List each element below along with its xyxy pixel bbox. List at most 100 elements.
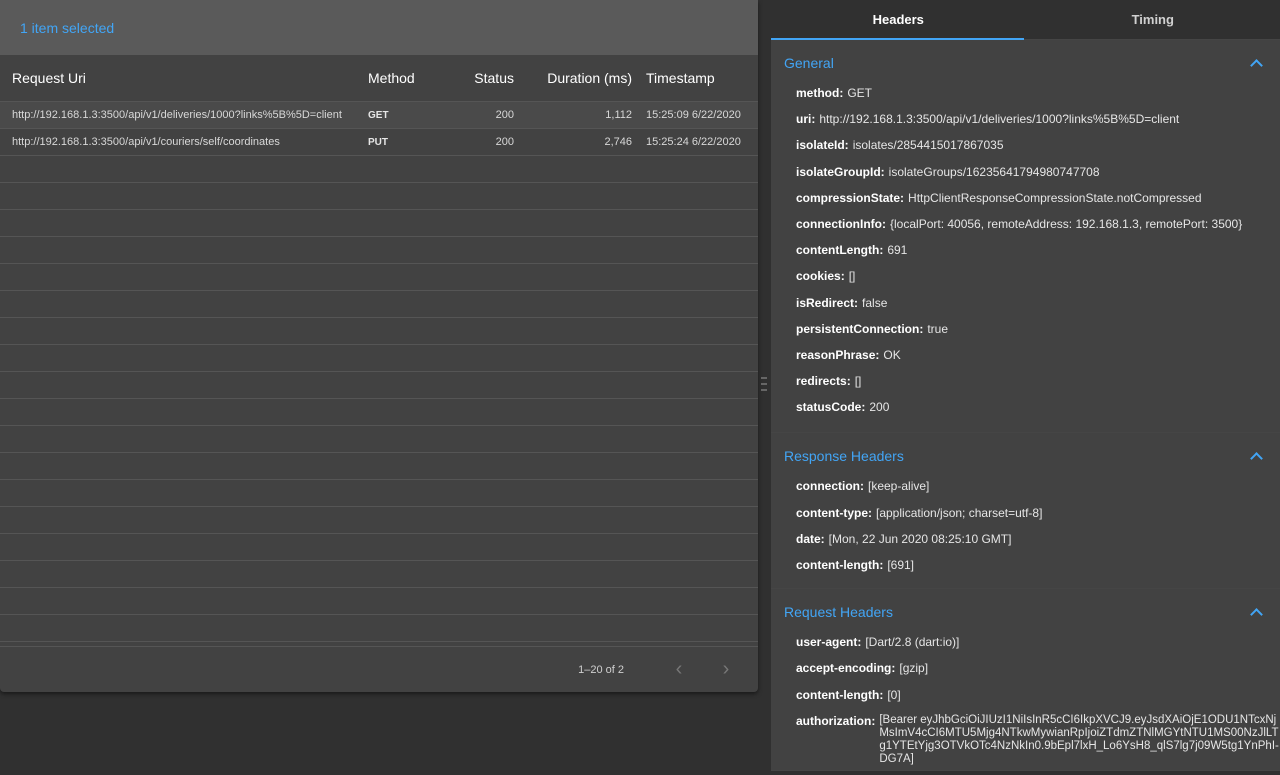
cell-timestamp: 15:25:24 6/22/2020 [646,136,741,148]
field-row: compressionState: HttpClientResponseCompr… [796,191,1280,217]
table-header-row: Request Uri Method Status Duration (ms) … [0,55,758,102]
field-key: reasonPhrase: [796,347,880,362]
field-row: isolateId: isolates/2854415017867035 [796,138,1280,164]
table-row[interactable]: http://192.168.1.3:3500/api/v1/couriers/… [0,129,758,156]
chevron-up-icon[interactable] [1250,606,1262,618]
field-row: isolateGroupId: isolateGroups/16235641794… [796,165,1280,191]
response-headers-section-header[interactable]: Response Headers [771,433,1280,479]
field-value: isolateGroups/16235641794980747708 [888,164,1100,179]
empty-row [0,615,758,642]
field-key: content-length: [796,687,884,702]
field-value: [keep-alive] [868,479,930,494]
empty-row [0,372,758,399]
field-value: {localPort: 40056, remoteAddress: 192.16… [890,216,1243,231]
field-value: OK [883,347,901,362]
next-page-button[interactable]: › [711,655,741,685]
field-row: connection: [keep-alive] [796,479,1280,505]
general-section-header[interactable]: General [771,40,1280,86]
field-row: statusCode: 200 [796,400,1280,426]
cell-method: GET [368,109,389,121]
field-row: date: [Mon, 22 Jun 2020 08:25:10 GMT] [796,532,1280,558]
previous-page-button[interactable]: ‹ [664,655,694,685]
field-value: false [862,295,888,310]
field-key: contentLength: [796,243,884,258]
empty-row [0,183,758,210]
field-key: accept-encoding: [796,661,896,676]
request-headers-section-header[interactable]: Request Headers [771,589,1280,635]
field-key: content-length: [796,558,884,572]
column-header-method[interactable]: Method [356,70,444,86]
field-row: persistentConnection: true [796,322,1280,348]
field-key: isolateId: [796,138,849,153]
field-key: method: [796,86,844,100]
request-headers-section: Request Headers user-agent: [Dart/2.8 (da… [771,589,1280,771]
field-row: authorization: [Bearer eyJhbGciOiJIUzI1Ni… [796,714,1280,766]
column-header-duration[interactable]: Duration (ms) [514,70,632,86]
tab-timing[interactable]: Timing [1026,0,1280,39]
field-row: cookies:[] [796,269,1280,295]
response-header-fields: connection: [keep-alive] content-type: [ap… [771,479,1280,588]
section-title: Response Headers [784,448,904,465]
field-row: content-length: [691] [796,558,1280,584]
field-value: GET [847,86,872,100]
request-header-fields: user-agent: [Dart/2.8 (dart:io)] accept-e… [771,635,1280,770]
chevron-left-icon: ‹ [675,658,683,680]
column-header-timestamp[interactable]: Timestamp [632,70,758,86]
empty-row [0,453,758,480]
empty-row [0,507,758,534]
field-value: [Dart/2.8 (dart:io)] [865,635,960,650]
field-row: contentLength: 691 [796,243,1280,269]
field-value: [] [854,374,862,389]
table-row[interactable]: http://192.168.1.3:3500/api/v1/deliverie… [0,102,758,129]
field-row: redirects:[] [796,374,1280,400]
field-row: method: GET [796,86,1280,112]
field-row: accept-encoding: [gzip] [796,661,1280,687]
field-value: [application/json; charset=utf-8] [876,505,1043,520]
field-key: statusCode: [796,400,866,415]
section-title: General [784,55,834,71]
empty-row [0,534,758,561]
empty-row [0,588,758,615]
field-key: cookies: [796,269,845,284]
field-value: HttpClientResponseCompressionState.notCo… [908,190,1202,205]
empty-row [0,237,758,264]
field-key: connection: [796,479,864,494]
section-title: Request Headers [784,604,893,621]
field-value: [0] [887,687,901,702]
general-fields: method: GET uri: http://192.168.1.3:3500/a… [771,86,1280,432]
tab-headers[interactable]: Headers [771,0,1026,39]
selection-bar: 1 item selected [0,0,758,55]
empty-row [0,210,758,237]
field-value: true [927,321,949,336]
field-key: date: [796,531,825,546]
chevron-up-icon[interactable] [1250,57,1262,69]
column-header-request-uri[interactable]: Request Uri [0,70,356,86]
field-row: isRedirect: false [796,296,1280,322]
split-pane-handle[interactable] [761,377,767,391]
empty-row [0,480,758,507]
field-value: [Mon, 22 Jun 2020 08:25:10 GMT] [828,531,1012,546]
empty-row [0,426,758,453]
selection-count-text: 1 item selected [20,19,115,36]
field-key: isRedirect: [796,295,859,310]
cell-method: PUT [368,136,388,148]
empty-row [0,561,758,588]
table-body: http://192.168.1.3:3500/api/v1/deliverie… [0,102,758,642]
field-key: uri: [796,112,816,127]
table-pagination: 1–20 of 2 ‹ › [0,646,758,692]
cell-timestamp: 15:25:09 6/22/2020 [646,109,741,121]
field-key: authorization: [796,713,876,728]
cell-uri: http://192.168.1.3:3500/api/v1/deliverie… [12,109,342,121]
chevron-up-icon[interactable] [1250,450,1262,462]
empty-row [0,156,758,183]
field-key: isolateGroupId: [796,164,885,179]
field-key: connectionInfo: [796,216,886,231]
pagination-range: 1–20 of 2 [578,663,624,676]
column-header-status[interactable]: Status [444,70,514,86]
empty-row [0,318,758,345]
general-section: General method: GET uri: http://192.168.1.… [771,40,1280,434]
field-value: [Bearer eyJhbGciOiJIUzI1NiIsInR5cCI6IkpX… [879,713,1279,765]
cell-status: 200 [495,109,514,121]
field-value: 691 [887,243,908,258]
field-row: content-type: [application/json; charset=… [796,506,1280,532]
